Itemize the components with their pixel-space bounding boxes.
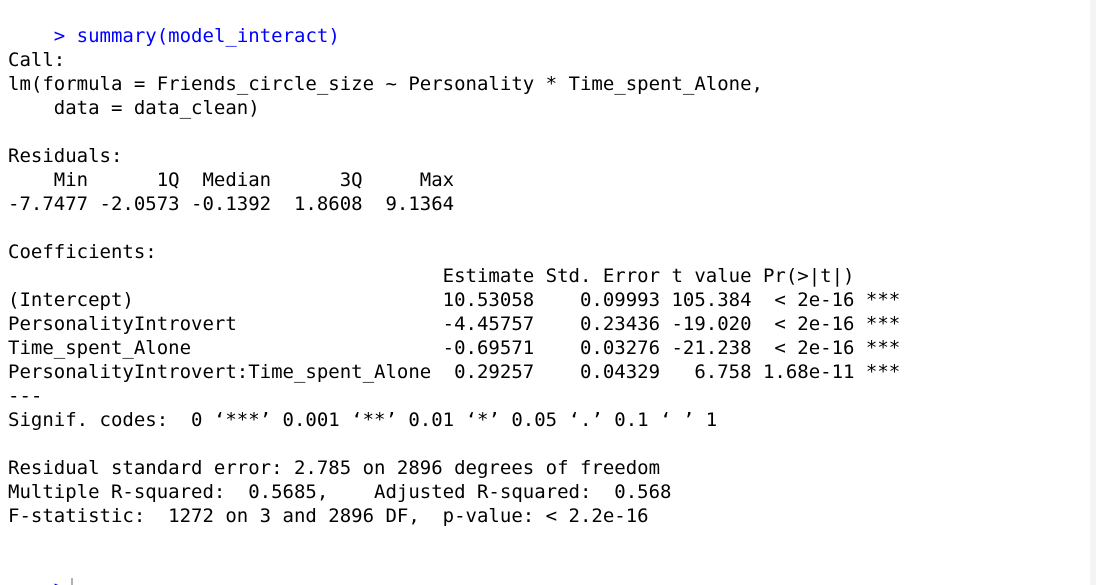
command-line: > summary(model_interact) [8,0,1096,47]
call-header: Call: [8,49,66,71]
call-formula: lm(formula = Friends_circle_size ~ Perso… [8,73,763,95]
residuals-values: -7.7477 -2.0573 -0.1392 1.8608 9.1364 [8,193,466,215]
residual-se: Residual standard error: 2.785 on 2896 d… [8,457,661,479]
input-line[interactable]: > [8,552,1096,585]
residuals-labels: Min 1Q Median 3Q Max [8,169,466,191]
prompt-symbol: > [54,577,65,585]
prompt-symbol: > [53,25,66,47]
coef-row-interaction: PersonalityIntrovert:Time_spent_Alone 0.… [8,361,901,383]
text-cursor [71,577,74,585]
command-text: summary(model_interact) [76,25,340,47]
coefficients-columns: Estimate Std. Error t value Pr(>|t|) [8,265,901,287]
r-console[interactable]: > summary(model_interact) Call: lm(formu… [0,0,1096,585]
coef-row-intercept: (Intercept) 10.53058 0.09993 105.384 < 2… [8,289,901,311]
residuals-header: Residuals: [8,145,123,167]
coefficients-header: Coefficients: [8,241,157,263]
f-statistic: F-statistic: 1272 on 3 and 2896 DF, p-va… [8,505,649,527]
coef-row-personality: PersonalityIntrovert -4.45757 0.23436 -1… [8,313,901,335]
call-data: data = data_clean) [8,97,260,119]
separator-line: --- [8,385,43,407]
coef-row-time-alone: Time_spent_Alone -0.69571 0.03276 -21.23… [8,337,901,359]
signif-codes: Signif. codes: 0 ‘***’ 0.001 ‘**’ 0.01 ‘… [8,409,718,431]
vertical-scrollbar[interactable] [1090,0,1096,585]
r-squared: Multiple R-squared: 0.5685, Adjusted R-s… [8,481,683,503]
